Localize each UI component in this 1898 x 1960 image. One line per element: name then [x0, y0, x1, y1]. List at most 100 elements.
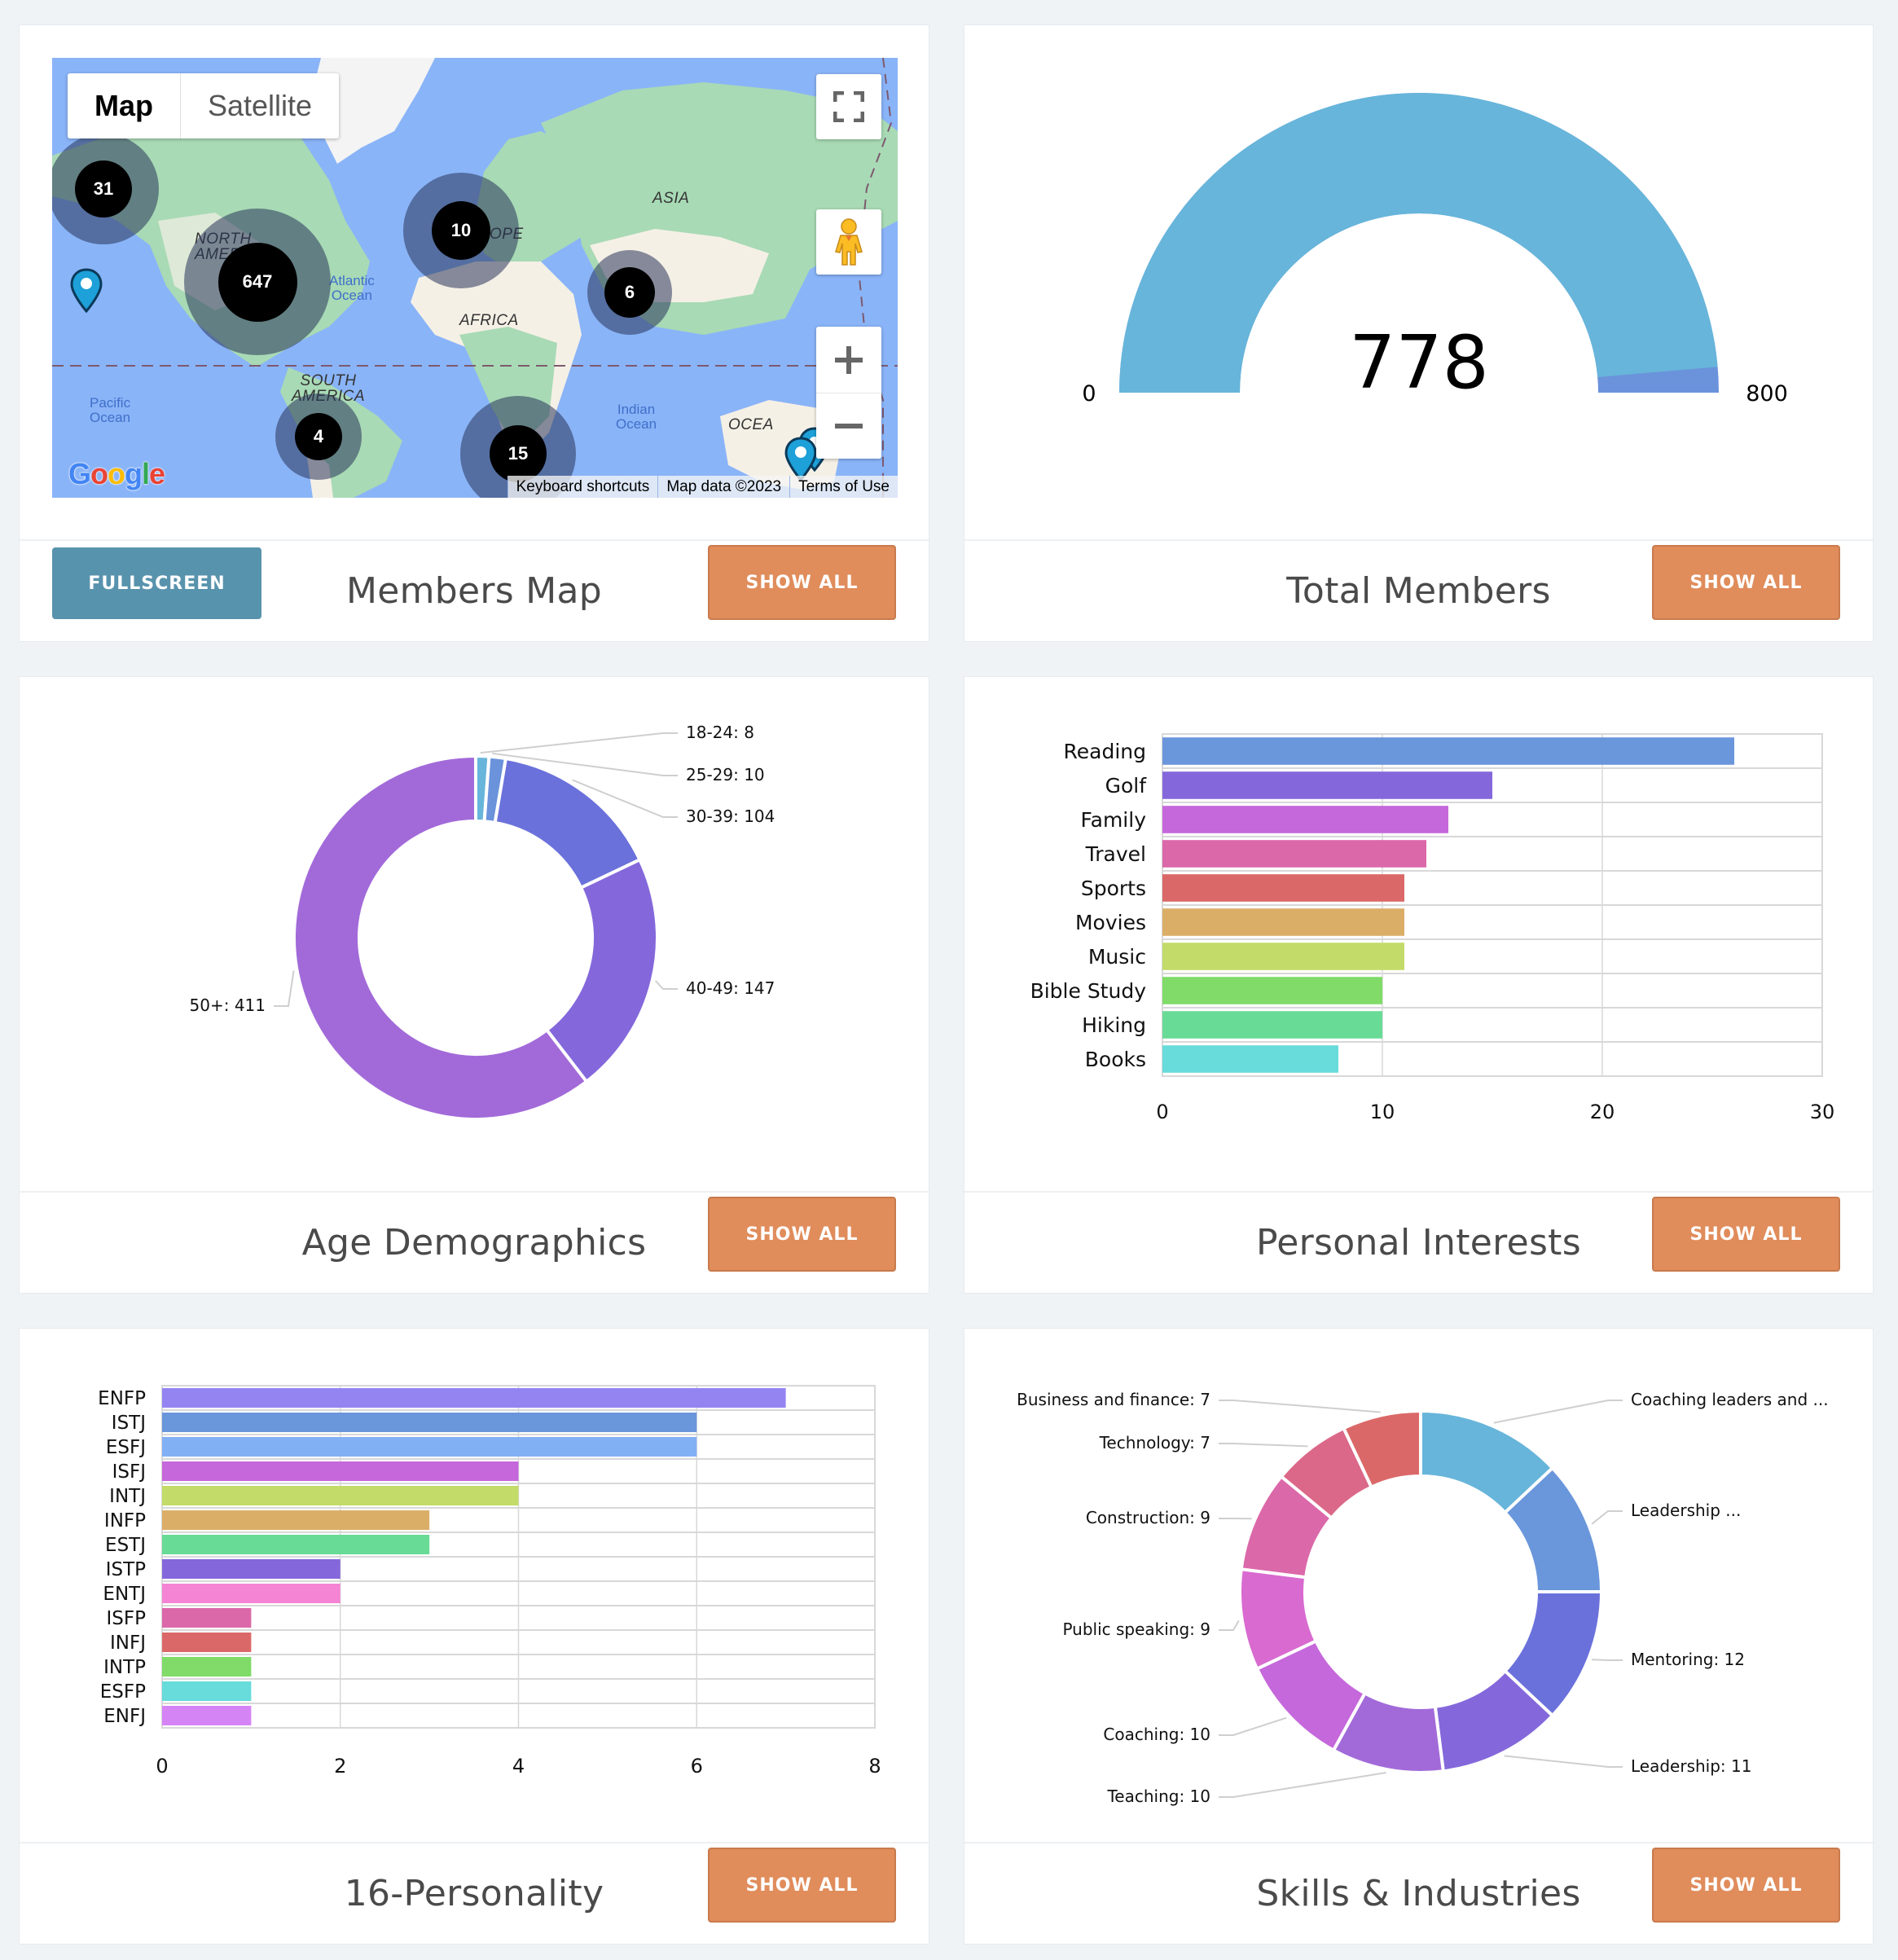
bar[interactable] [1162, 1011, 1382, 1039]
ocean-label-text: Pacific [90, 395, 131, 411]
map-fullscreen-button[interactable] [816, 74, 881, 139]
minus-icon [835, 423, 863, 428]
members-map-card: NORTH AMER SOUTH AMERICA AFRICA OPE ASIA… [19, 24, 929, 642]
bar[interactable] [1162, 1045, 1338, 1073]
ocean-label-text: Ocean [331, 288, 372, 303]
bar[interactable] [1162, 943, 1404, 970]
ocean-label-atlantic: Atlantic Ocean [329, 274, 375, 303]
ocean-label-text: Ocean [90, 410, 131, 425]
bar[interactable] [1162, 874, 1404, 902]
bar[interactable] [162, 1510, 430, 1530]
bar[interactable] [1162, 840, 1426, 868]
y-category-label: INFJ [110, 1633, 146, 1654]
label-connector-line [1219, 1619, 1240, 1631]
x-tick-label: 30 [1810, 1101, 1835, 1123]
show-all-button[interactable]: SHOW ALL [708, 1848, 896, 1923]
show-all-button[interactable]: SHOW ALL [1652, 1848, 1840, 1923]
y-category-label: ENFP [98, 1388, 146, 1409]
y-category-label: INTJ [109, 1486, 146, 1507]
google-logo[interactable]: Google [68, 457, 165, 491]
card-footer: FULLSCREEN Members Map SHOW ALL [20, 539, 929, 641]
map-pin-icon[interactable] [69, 268, 103, 314]
fullscreen-icon [833, 91, 864, 122]
ocean-label-text: Ocean [616, 416, 657, 432]
bar[interactable] [162, 1584, 340, 1603]
bar[interactable] [1162, 771, 1492, 799]
ocean-label-text: Atlantic [329, 273, 375, 288]
street-view-button[interactable] [816, 209, 881, 275]
members-map[interactable]: NORTH AMER SOUTH AMERICA AFRICA OPE ASIA… [52, 58, 898, 498]
marker-cluster[interactable]: 31 [52, 134, 159, 244]
map-type-satellite-button[interactable]: Satellite [181, 73, 339, 138]
label-connector-line [1219, 1772, 1386, 1798]
show-all-button[interactable]: SHOW ALL [708, 1197, 896, 1272]
personality-bar-chart: 0 2 4 6 8 ENFP ISTJ ESFJ ISFJ INTJ INFP ESTJ ISTP ENT… [98, 1385, 881, 1778]
ocean-label-pacific: Pacific Ocean [90, 396, 130, 425]
terms-of-use-link[interactable]: Terms of Use [789, 476, 898, 498]
bar[interactable] [162, 1535, 430, 1554]
y-category-label: Books [1085, 1048, 1146, 1071]
show-all-button[interactable]: SHOW ALL [1652, 1197, 1840, 1272]
gauge-min-label: 0 [1082, 381, 1096, 407]
bar[interactable] [1162, 908, 1404, 936]
slice-label: Leadership: 11 [1631, 1756, 1751, 1776]
marker-cluster[interactable]: 10 [403, 173, 519, 288]
bar[interactable] [1162, 737, 1734, 765]
slice-label: Construction: 9 [1086, 1508, 1210, 1527]
marker-cluster[interactable]: 647 [184, 209, 331, 355]
ocean-label-indian: Indian Ocean [616, 402, 657, 432]
y-category-label: Reading [1064, 740, 1146, 763]
total-members-gauge: 778 0 800 [1082, 93, 1788, 407]
cluster-count: 647 [217, 242, 297, 322]
map-data-text: Map data ©2023 [657, 476, 790, 498]
bar[interactable] [162, 1461, 519, 1481]
slice-label: Public speaking: 9 [1062, 1619, 1210, 1639]
x-tick-label: 0 [1156, 1101, 1168, 1123]
slice-label: 18-24: 8 [686, 723, 754, 742]
label-connector-line [1591, 1510, 1623, 1525]
bar[interactable] [1162, 977, 1382, 1004]
slice-label: Leadership ... [1631, 1501, 1741, 1520]
marker-cluster[interactable]: 6 [587, 250, 672, 335]
bar[interactable] [162, 1633, 252, 1652]
keyboard-shortcuts-link[interactable]: Keyboard shortcuts [507, 476, 658, 498]
show-all-button[interactable]: SHOW ALL [708, 545, 896, 620]
slice-label: Teaching: 10 [1106, 1786, 1210, 1806]
slice-label: Coaching: 10 [1103, 1725, 1210, 1744]
bar[interactable] [162, 1681, 252, 1701]
donut-slice[interactable] [544, 857, 659, 1084]
x-tick-label: 6 [691, 1755, 703, 1778]
age-demographics-donut: 18-24: 8 25-29: 10 30-39: 104 40-49: 147 50+… [190, 723, 775, 1121]
bar[interactable] [162, 1486, 519, 1505]
map-type-map-button[interactable]: Map [68, 73, 181, 138]
bar[interactable] [162, 1706, 252, 1725]
bar[interactable] [162, 1657, 252, 1677]
cluster-count: 4 [295, 413, 342, 460]
label-connector-line [1504, 1755, 1623, 1768]
bar[interactable] [162, 1413, 697, 1432]
x-tick-label: 0 [156, 1755, 168, 1778]
bar[interactable] [162, 1388, 786, 1408]
card-footer: Skills & Industries SHOW ALL [964, 1842, 1873, 1944]
plus-icon [835, 345, 863, 374]
zoom-out-button[interactable] [816, 393, 881, 459]
y-category-label: Travel [1085, 842, 1146, 866]
zoom-in-button[interactable] [816, 327, 881, 393]
slice-label: Coaching leaders and ... [1631, 1390, 1829, 1409]
cluster-count: 15 [490, 425, 547, 482]
label-connector-line [274, 970, 295, 1007]
personality-card: 0 2 4 6 8 ENFP ISTJ ESFJ ISFJ INTJ INFP ESTJ ISTP ENT… [19, 1328, 929, 1945]
slice-label: 50+: 411 [190, 995, 266, 1015]
personal-interests-bar-chart: 0 10 20 30 Reading Golf Family Travel Sports Movi… [1030, 733, 1835, 1123]
y-category-label: ISFP [107, 1608, 147, 1629]
cluster-count: 10 [432, 201, 490, 260]
label-connector-line [1219, 1716, 1287, 1736]
slice-label: Technology: 7 [1099, 1433, 1210, 1452]
bar[interactable] [162, 1437, 697, 1457]
marker-cluster[interactable]: 4 [275, 393, 362, 480]
show-all-button[interactable]: SHOW ALL [1652, 545, 1840, 620]
bar[interactable] [1162, 806, 1448, 833]
bar[interactable] [162, 1559, 340, 1579]
y-category-label: Golf [1105, 774, 1148, 798]
bar[interactable] [162, 1608, 252, 1628]
